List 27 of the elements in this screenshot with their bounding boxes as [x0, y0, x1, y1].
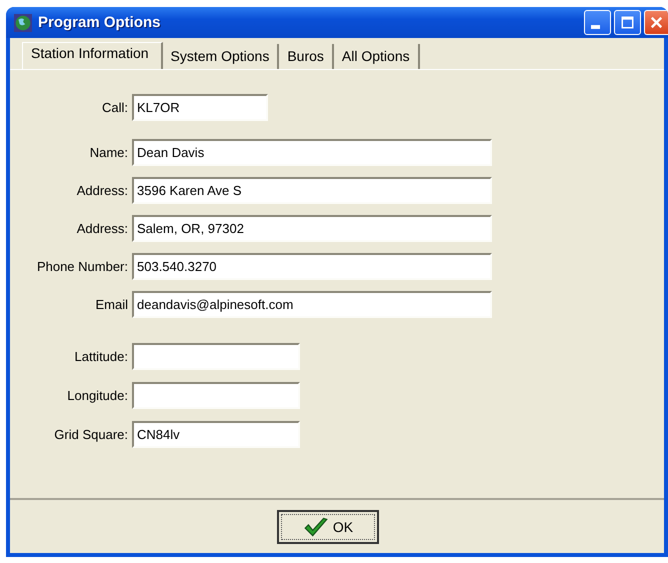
- field-label: Lattitude:: [74, 349, 128, 364]
- input-field[interactable]: [132, 343, 300, 370]
- ok-button[interactable]: OK: [277, 510, 379, 544]
- tab[interactable]: Station Information: [22, 42, 163, 69]
- field-label: Call:: [100, 100, 128, 115]
- input-field[interactable]: 503.540.3270: [132, 253, 492, 280]
- minimize-icon: [591, 25, 600, 29]
- field-label: Longitude:: [66, 388, 128, 403]
- field-label: Address:: [76, 221, 128, 236]
- input-field[interactable]: deandavis@alpinesoft.com: [132, 291, 492, 318]
- field-label: Address:: [76, 183, 128, 198]
- globe-icon: [14, 14, 32, 32]
- window-title: Program Options: [38, 14, 161, 31]
- input-field[interactable]: Salem, OR, 97302: [132, 215, 492, 242]
- input-field[interactable]: Dean Davis: [132, 139, 492, 166]
- field-label: Grid Square:: [53, 427, 128, 442]
- field-label: Email: [94, 297, 128, 312]
- input-field[interactable]: [132, 382, 300, 409]
- minimize-button[interactable]: [584, 10, 611, 35]
- input-field[interactable]: KL7OR: [132, 94, 268, 121]
- maximize-button[interactable]: [614, 10, 641, 35]
- checkmark-icon: [302, 516, 329, 538]
- field-label: Name:: [88, 145, 128, 160]
- field-label: Phone Number:: [36, 259, 128, 274]
- input-field[interactable]: 3596 Karen Ave S: [132, 177, 492, 204]
- close-button[interactable]: [644, 10, 668, 35]
- input-field[interactable]: CN84lv: [132, 421, 300, 448]
